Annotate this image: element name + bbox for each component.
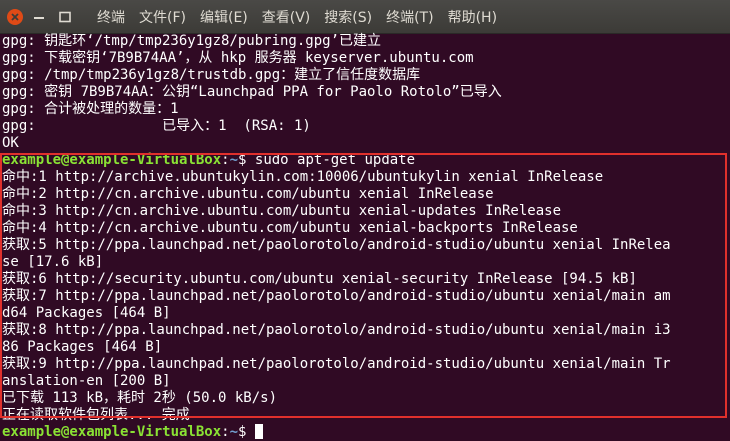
command-text: sudo apt-get update xyxy=(254,152,416,168)
output-line: d64 Packages [464 B] xyxy=(2,305,171,321)
prompt-symbol: $ xyxy=(238,424,255,440)
prompt-separator: : xyxy=(221,424,230,440)
menu-terminal[interactable]: 终端(T) xyxy=(386,7,433,27)
output-line: gpg: /tmp/tmp236y1gz8/trustdb.gpg：建立了信任度… xyxy=(2,67,421,83)
output-line: 已下载 113 kB，耗时 2秒 (50.0 kB/s) xyxy=(2,390,278,406)
maximize-icon xyxy=(59,11,71,22)
output-line: gpg: 下载密钥‘7B9B74AA’，从 hkp 服务器 keyserver.… xyxy=(2,50,474,66)
terminal-output[interactable]: gpg: 钥匙环‘/tmp/tmp236y1gz8/pubring.gpg’已建… xyxy=(0,33,730,440)
close-icon xyxy=(11,12,19,21)
menu-view[interactable]: 查看(V) xyxy=(262,7,311,27)
output-line: 86 Packages [464 B] xyxy=(2,339,163,355)
command-prompt-current[interactable]: example@example-VirtualBox:~$ xyxy=(2,424,730,441)
output-line: 命中:3 http://cn.archive.ubuntu.com/ubuntu… xyxy=(2,203,562,219)
output-line: OK xyxy=(2,135,19,151)
output-line: anslation-en [200 B] xyxy=(2,373,171,389)
output-line: gpg: 密钥 7B9B74AA：公钥“Launchpad PPA for Pa… xyxy=(2,84,502,100)
menu-edit[interactable]: 编辑(E) xyxy=(200,7,248,27)
text-cursor xyxy=(254,424,263,439)
output-line: gpg: 合计被处理的数量：1 xyxy=(2,101,179,117)
close-button[interactable] xyxy=(7,8,23,25)
output-line: 命中:1 http://archive.ubuntukylin.com:1000… xyxy=(2,169,604,185)
menu-file[interactable]: 文件(F) xyxy=(139,7,186,27)
minimize-button[interactable] xyxy=(29,9,49,25)
prompt-separator: : xyxy=(221,152,230,168)
prompt-path: ~ xyxy=(229,424,239,440)
output-line: 获取:7 http://ppa.launchpad.net/paolorotol… xyxy=(2,288,671,304)
output-line: 正在读取软件包列表... 完成 xyxy=(2,407,190,423)
menu-bar: 终端 文件(F) 编辑(E) 查看(V) 搜索(S) 终端(T) 帮助(H) xyxy=(97,7,511,27)
prompt-path: ~ xyxy=(229,152,239,168)
output-line: gpg: 已导入：1 (RSA: 1) xyxy=(2,118,311,134)
menu-terminal-title[interactable]: 终端 xyxy=(97,7,125,27)
minimize-icon xyxy=(34,16,44,19)
output-line: se [17.6 kB] xyxy=(2,254,104,270)
prompt-symbol: $ xyxy=(238,152,255,168)
output-line: gpg: 钥匙环‘/tmp/tmp236y1gz8/pubring.gpg’已建… xyxy=(2,33,382,49)
prompt-user: example@example-VirtualBox xyxy=(2,152,222,168)
maximize-button[interactable] xyxy=(55,9,75,25)
command-prompt: example@example-VirtualBox:~$ sudo apt-g… xyxy=(2,152,730,169)
prompt-user: example@example-VirtualBox xyxy=(2,424,222,440)
title-bar: 终端 文件(F) 编辑(E) 查看(V) 搜索(S) 终端(T) 帮助(H) xyxy=(0,0,730,34)
output-line: 获取:6 http://security.ubuntu.com/ubuntu x… xyxy=(2,271,637,287)
output-line: 命中:2 http://cn.archive.ubuntu.com/ubuntu… xyxy=(2,186,494,202)
output-line: 获取:8 http://ppa.launchpad.net/paolorotol… xyxy=(2,322,671,338)
output-line: 命中:4 http://cn.archive.ubuntu.com/ubuntu… xyxy=(2,220,578,236)
menu-search[interactable]: 搜索(S) xyxy=(324,7,372,27)
output-line: 获取:9 http://ppa.launchpad.net/paolorotol… xyxy=(2,356,671,372)
output-line: 获取:5 http://ppa.launchpad.net/paolorotol… xyxy=(2,237,671,253)
menu-help[interactable]: 帮助(H) xyxy=(448,7,497,27)
